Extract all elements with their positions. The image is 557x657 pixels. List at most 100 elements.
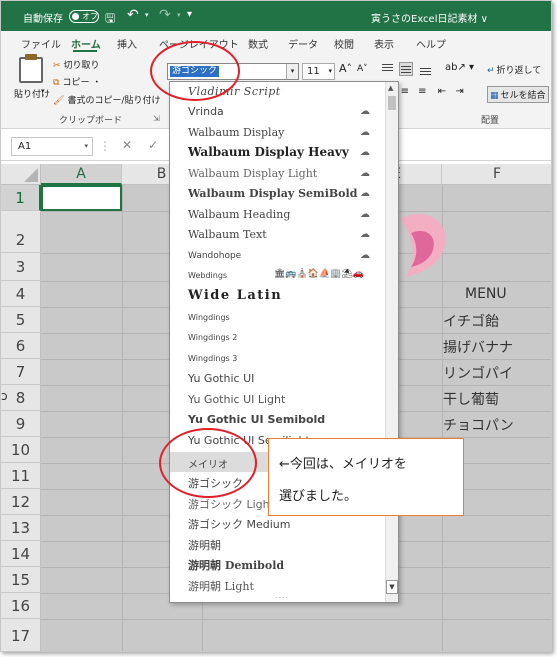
font-option-walbaum-display-light[interactable]: Walbaum Display Light ☁ [170, 164, 380, 184]
menu-item-cell[interactable]: リンゴパイ [443, 363, 513, 383]
cut-button[interactable]: ✂ 切り取り [53, 58, 100, 71]
orientation-icon[interactable]: ab↗ ▾ [445, 62, 474, 73]
font-option-yu-gothic-ui[interactable]: Yu Gothic UI [170, 369, 380, 389]
font-option-wingdings-3[interactable]: Wingdings 3 [170, 349, 380, 369]
menu-title-cell[interactable]: MENU [465, 286, 507, 302]
shrink-font-button[interactable]: A˅ [357, 64, 368, 74]
cloud-download-icon: ☁ [360, 209, 370, 220]
format-painter-button[interactable]: 🖌 書式のコピー/貼り付け [53, 93, 160, 106]
font-dropdown-icon[interactable]: ▾ [286, 64, 298, 79]
autosave-toggle[interactable]: オフ [69, 10, 99, 23]
save-icon[interactable]: 🖫 [105, 9, 115, 30]
scroll-down-icon[interactable]: ▼ [386, 580, 398, 594]
paste-icon[interactable] [19, 57, 43, 83]
menu-item-cell[interactable]: 揚げバナナ [443, 337, 513, 357]
row-header-11[interactable]: 11 [1, 463, 41, 489]
row-header-7[interactable]: 7 [1, 359, 41, 385]
copy-label: コピー ・ [62, 78, 102, 88]
enter-icon[interactable]: ✓ [148, 138, 158, 152]
undo-icon[interactable]: ↶ [127, 7, 139, 23]
font-option-walbaum-text[interactable]: Walbaum Text ☁ [170, 225, 380, 245]
copy-button[interactable]: ⧉ コピー ・ [53, 75, 101, 88]
redo-dropdown-icon[interactable]: ▾ [177, 11, 181, 19]
dropdown-scrollbar[interactable]: ▲ ▼ [385, 82, 398, 602]
row-header-12[interactable]: 12 [1, 489, 41, 515]
font-option-yu-gothic-ui-semibold[interactable]: Yu Gothic UI Semibold [170, 410, 380, 430]
align-center-icon[interactable]: ≡ [401, 86, 409, 97]
font-dropdown-list[interactable]: Vladimir Script Vrinda ☁ Walbaum Display ☁… [169, 81, 399, 603]
resize-grip-icon[interactable]: .... [275, 591, 289, 600]
webdings-sample: 🏛🚌⛪🏠⛵🏢⛱🚗 [274, 269, 365, 279]
row-header-17[interactable]: 17 [1, 619, 41, 651]
name-box[interactable]: A1 ▾ [11, 137, 93, 156]
font-box-highlight-circle [150, 41, 240, 101]
wrap-text-button[interactable]: ↵ 折り返して [487, 63, 541, 76]
row-header-13[interactable]: 13 [1, 515, 41, 541]
heart-image [401, 213, 446, 277]
menu-item-cell[interactable]: 干し葡萄 [443, 389, 499, 409]
row-header-10[interactable]: 10 [1, 437, 41, 463]
align-right-icon[interactable]: ≡ [418, 86, 426, 97]
align-middle-icon[interactable] [399, 62, 413, 76]
customize-toolbar-icon[interactable]: ▾ [187, 9, 192, 20]
tab-file[interactable]: ファイル [21, 36, 61, 51]
font-option-walbaum-heading[interactable]: Walbaum Heading ☁ [170, 205, 380, 225]
undo-dropdown-icon[interactable]: ▾ [145, 11, 149, 19]
row-header-14[interactable]: 14 [1, 541, 41, 567]
column-header-a[interactable]: A [41, 164, 122, 185]
font-option-yu-gothic-ui-light[interactable]: Yu Gothic UI Light [170, 390, 380, 410]
active-cell-a1[interactable] [41, 185, 122, 211]
font-option-wingdings[interactable]: Wingdings [170, 308, 380, 328]
tab-view[interactable]: 表示 [374, 36, 394, 51]
font-size-dropdown-icon[interactable]: ▾ [328, 67, 332, 75]
row-header-15[interactable]: 15 [1, 567, 41, 593]
font-option-walbaum-display-heavy[interactable]: Walbaum Display Heavy ☁ [170, 143, 380, 163]
ribbon-tabs: ファイル ホーム 挿入 ページレイアウト 数式 データ 校閲 表示 ヘルプ [1, 31, 551, 53]
font-option-walbaum-display[interactable]: Walbaum Display ☁ [170, 123, 380, 143]
align-top-icon[interactable] [381, 62, 395, 76]
font-option-webdings[interactable]: Webdings 🏛🚌⛪🏠⛵🏢⛱🚗 [170, 266, 380, 286]
document-title[interactable]: 寅うさのExcel日記素材 ∨ [371, 10, 488, 25]
row-header-9[interactable]: 9 [1, 411, 41, 437]
row-header-3[interactable]: 3 [1, 253, 41, 281]
redo-icon[interactable]: ↷ [159, 7, 171, 23]
column-header-f[interactable]: F [442, 164, 551, 185]
font-size-box[interactable]: 11 ▾ [302, 63, 335, 80]
grow-font-button[interactable]: A˄ [339, 62, 352, 75]
tab-formulas[interactable]: 数式 [248, 36, 268, 51]
row-header-5[interactable]: 5 [1, 307, 41, 333]
tab-review[interactable]: 校閲 [334, 36, 354, 51]
paste-dropdown-icon[interactable]: ▾ [41, 87, 45, 95]
font-option-wingdings-2[interactable]: Wingdings 2 [170, 328, 380, 348]
menu-item-cell[interactable]: イチゴ飴 [443, 311, 499, 331]
tab-data[interactable]: データ [288, 36, 318, 51]
active-tab-indicator [73, 50, 97, 52]
tab-home[interactable]: ホーム [71, 36, 101, 51]
tab-insert[interactable]: 挿入 [117, 36, 137, 51]
font-option-wandohope[interactable]: Wandohope ☁ [170, 246, 380, 266]
font-option-vrinda[interactable]: Vrinda ☁ [170, 102, 380, 122]
row-header-16[interactable]: 16 [1, 593, 41, 619]
row-header-6[interactable]: 6 [1, 333, 41, 359]
clipboard-launcher-icon[interactable]: ⇲ [153, 114, 160, 123]
scroll-up-icon[interactable]: ▲ [388, 84, 393, 92]
decrease-indent-icon[interactable]: ⇤ [438, 86, 446, 97]
font-option-walbaum-display-semibold[interactable]: Walbaum Display SemiBold ☁ [170, 184, 380, 204]
annotation-callout: ←今回は、メイリオを 選びました。 [268, 438, 464, 516]
menu-item-cell[interactable]: チョコパン [443, 415, 514, 435]
tab-help[interactable]: ヘルプ [416, 36, 446, 51]
row-header-4[interactable]: 4 [1, 281, 41, 307]
font-option-yu-mincho-demibold[interactable]: 游明朝 Demibold [170, 554, 380, 574]
row-header-1[interactable]: 1 [1, 185, 41, 211]
cancel-icon[interactable]: ✕ [122, 138, 132, 152]
align-bottom-icon[interactable] [419, 62, 433, 76]
name-box-dropdown-icon[interactable]: ▾ [84, 142, 88, 150]
merge-cells-button[interactable]: ▦ セルを結合 [487, 86, 549, 103]
font-option-yu-mincho[interactable]: 游明朝 [170, 534, 380, 554]
scrollbar-thumb[interactable] [388, 96, 396, 110]
font-option-yu-gothic-medium[interactable]: 游ゴシック Medium [170, 513, 380, 533]
select-all-corner[interactable] [1, 164, 41, 185]
row-header-2[interactable]: 2 [1, 211, 41, 253]
increase-indent-icon[interactable]: ⇥ [455, 86, 463, 97]
font-option-wide-latin[interactable]: Wide Latin [170, 287, 380, 307]
